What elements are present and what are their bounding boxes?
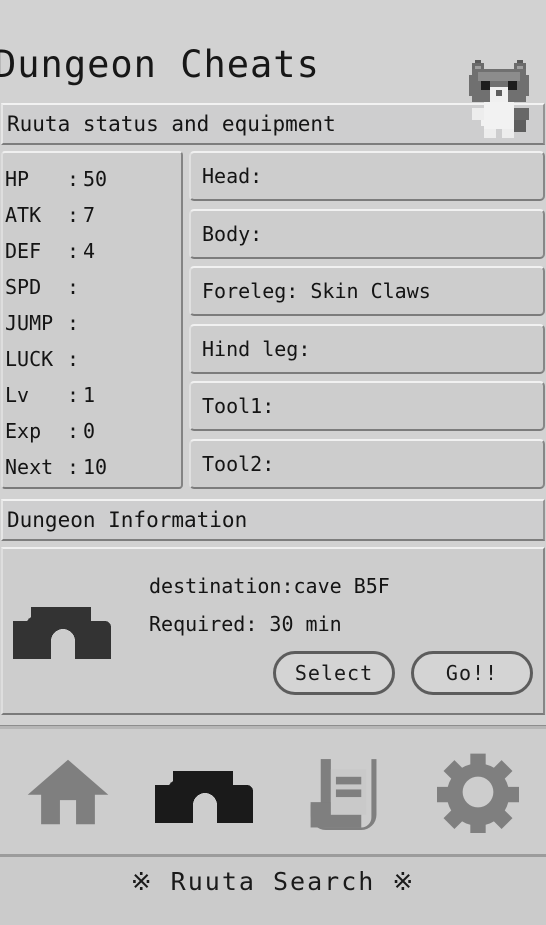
stat-label-lv: Lv xyxy=(5,383,30,407)
app-root: Dungeon Cheats Ruuta status and equipmen… xyxy=(0,0,546,925)
nav-home[interactable] xyxy=(0,729,137,854)
stat-row-luck: LUCK : xyxy=(3,341,181,377)
dungeon-button-row: Select Go!! xyxy=(273,651,533,695)
stat-row-atk: ATK : 7 xyxy=(3,197,181,233)
stat-label-exp: Exp xyxy=(5,419,42,443)
bottom-navbar xyxy=(0,729,546,857)
stat-row-hp: HP : 50 xyxy=(3,161,181,197)
stat-label-next: Next xyxy=(5,455,54,479)
stat-value-hp: 50 xyxy=(83,167,108,191)
stat-colon-exp: : xyxy=(67,419,80,443)
stat-colon-next: : xyxy=(67,455,80,479)
nav-settings[interactable] xyxy=(410,729,546,854)
equipment-panel: Head: Body: Foreleg: Skin Claws Hind leg… xyxy=(189,151,545,489)
equipment-slot-body[interactable]: Body: xyxy=(189,208,545,259)
cave-icon xyxy=(13,597,113,659)
equipment-slot-head[interactable]: Head: xyxy=(189,151,545,201)
stat-row-jump: JUMP : xyxy=(3,305,181,341)
stat-label-jump: JUMP xyxy=(5,311,54,335)
status-section-title: Ruuta status and equipment xyxy=(1,103,545,145)
stat-value-def: 4 xyxy=(83,239,96,263)
stat-colon-atk: : xyxy=(67,203,80,227)
nav-log[interactable] xyxy=(273,729,410,854)
stats-panel: HP : 50 ATK : 7 DEF : 4 SPD : JUMP: LUC… xyxy=(1,151,183,489)
stat-row-next: Next : 10 xyxy=(3,449,181,485)
scroll-icon xyxy=(303,754,379,830)
footer-strip: ※ Ruuta Search ※ xyxy=(0,857,546,925)
dungeon-required-time: Required: 30 min xyxy=(149,612,342,636)
footer-text: ※ Ruuta Search ※ xyxy=(130,867,416,896)
equipment-slot-hind-leg[interactable]: Hind leg: xyxy=(189,323,545,374)
dungeon-section-title: Dungeon Information xyxy=(1,499,545,541)
stat-colon-spd: : xyxy=(67,275,80,299)
home-icon xyxy=(25,754,111,830)
stat-row-exp: Exp : 0 xyxy=(3,413,181,449)
app-header: Dungeon Cheats xyxy=(0,0,546,138)
select-button[interactable]: Select xyxy=(273,651,395,695)
gear-icon xyxy=(436,751,519,833)
stat-value-next: 10 xyxy=(83,455,108,479)
stat-label-luck: LUCK xyxy=(5,347,54,371)
page-title: Dungeon Cheats xyxy=(0,43,320,86)
equipment-slot-foreleg[interactable]: Foreleg: Skin Claws xyxy=(189,266,545,317)
stat-value-atk: 7 xyxy=(83,203,96,227)
stat-colon-hp: : xyxy=(67,167,80,191)
stat-row-spd: SPD : xyxy=(3,269,181,305)
stat-value-exp: 0 xyxy=(83,419,96,443)
nav-dungeon[interactable] xyxy=(137,729,274,854)
main-content: Ruuta status and equipment HP : 50 ATK :… xyxy=(0,103,546,925)
go-button[interactable]: Go!! xyxy=(411,651,533,695)
status-row: HP : 50 ATK : 7 DEF : 4 SPD : JUMP: LUC… xyxy=(1,151,545,489)
stat-colon-def: : xyxy=(67,239,80,263)
cave-icon xyxy=(154,761,255,823)
dungeon-info-panel: destination:cave B5F Required: 30 min Se… xyxy=(1,547,545,715)
stat-colon-lv: : xyxy=(67,383,80,407)
stat-label-hp: HP xyxy=(5,167,30,191)
stat-value-lv: 1 xyxy=(83,383,96,407)
stat-row-def: DEF : 4 xyxy=(3,233,181,269)
stat-label-spd: SPD xyxy=(5,275,42,299)
dungeon-text-block: destination:cave B5F Required: 30 min xyxy=(149,567,390,643)
dungeon-destination: destination:cave B5F xyxy=(149,574,390,598)
stat-colon-luck: : xyxy=(67,347,80,371)
stat-label-def: DEF xyxy=(5,239,42,263)
equipment-slot-tool2[interactable]: Tool2: xyxy=(189,438,545,489)
cat-mascot-icon xyxy=(466,56,538,148)
stat-label-atk: ATK xyxy=(5,203,42,227)
stat-colon-jump: : xyxy=(67,311,80,335)
equipment-slot-tool1[interactable]: Tool1: xyxy=(189,381,545,432)
stat-row-lv: Lv : 1 xyxy=(3,377,181,413)
